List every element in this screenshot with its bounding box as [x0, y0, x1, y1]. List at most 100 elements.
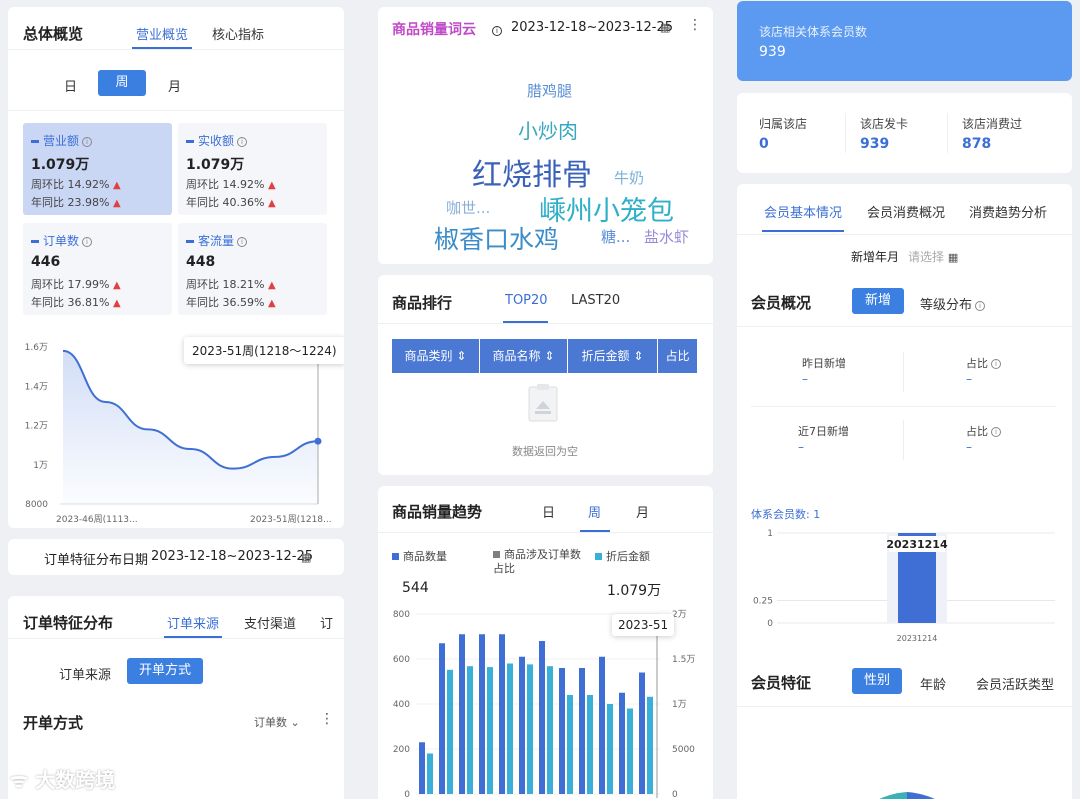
- bar-amount[interactable]: [567, 695, 573, 794]
- tab-core-metrics[interactable]: 核心指标: [212, 24, 264, 43]
- tab-business-overview[interactable]: 营业概览: [136, 24, 188, 43]
- stat-value: 1.079万: [31, 157, 90, 173]
- word-item[interactable]: 牛奶: [614, 167, 644, 188]
- bar-quantity[interactable]: [559, 668, 565, 794]
- period-month[interactable]: 月: [168, 76, 181, 95]
- bar-amount[interactable]: [647, 696, 653, 794]
- pie-slice[interactable]: [867, 792, 907, 799]
- calendar-icon[interactable]: ▦: [301, 551, 311, 564]
- subtab-open-method[interactable]: 开单方式: [127, 658, 203, 684]
- bar-amount[interactable]: [447, 669, 453, 794]
- gender-pie-chart[interactable]: [737, 786, 1072, 799]
- more-icon[interactable]: ⋮: [320, 711, 334, 727]
- divider: [947, 113, 948, 153]
- bar-quantity[interactable]: [599, 656, 605, 794]
- period-week[interactable]: 周: [588, 502, 601, 521]
- info-icon: i: [237, 236, 248, 247]
- bar-quantity[interactable]: [439, 643, 445, 794]
- y-tick-label: 200: [393, 745, 410, 755]
- bar-quantity[interactable]: [579, 668, 585, 794]
- stat-wow: 周环比 18.21% ▲: [186, 278, 276, 291]
- stat-wow: 周环比 14.92% ▲: [31, 178, 121, 191]
- period-month[interactable]: 月: [636, 502, 649, 521]
- divider: [751, 406, 1056, 407]
- date-bar-value[interactable]: 2023-12-18~2023-12-25: [151, 549, 313, 564]
- sales-trend-bar-chart[interactable]: 800 600 400 200 0 2万 1.5万 1万 5000 0: [378, 608, 713, 799]
- cell-value: –: [802, 372, 808, 386]
- word-item[interactable]: 红烧排骨: [472, 150, 592, 194]
- word-item[interactable]: 糖...: [601, 226, 630, 247]
- tab-level-distribution[interactable]: 等级分布 i: [920, 294, 986, 313]
- bar-amount[interactable]: [547, 666, 553, 794]
- stat-label: 客流量 i: [186, 232, 248, 249]
- word-item[interactable]: 盐水虾: [644, 226, 689, 247]
- bar-amount[interactable]: [507, 663, 513, 795]
- word-item[interactable]: 嵊州小笼包: [539, 189, 674, 228]
- stat-value: 448: [186, 254, 216, 270]
- bar-quantity[interactable]: [419, 742, 425, 794]
- bar-amount[interactable]: [587, 695, 593, 794]
- member-bar-chart[interactable]: 1 0.25 0 20231214 20231214: [737, 524, 1072, 654]
- order-date-bar[interactable]: 订单特征分布日期 2023-12-18~2023-12-25 ▦: [8, 539, 344, 575]
- tab-payment-channel[interactable]: 支付渠道: [244, 613, 296, 632]
- stat-traffic[interactable]: 客流量 i 448 周环比 18.21% ▲ 年同比 36.59% ▲: [178, 223, 327, 315]
- more-icon[interactable]: ⋮: [688, 17, 702, 33]
- bar-quantity[interactable]: [479, 634, 485, 794]
- bar-quantity[interactable]: [499, 634, 505, 794]
- tab-new-members[interactable]: 新增: [852, 288, 904, 314]
- bar-quantity[interactable]: [459, 634, 465, 794]
- bar-amount[interactable]: [487, 667, 493, 794]
- tab-member-spending[interactable]: 会员消费概况: [867, 202, 945, 221]
- bar-amount[interactable]: [467, 666, 473, 794]
- pie-slice[interactable]: [907, 792, 947, 799]
- cell-value: –: [966, 372, 972, 386]
- bar-quantity[interactable]: [539, 641, 545, 794]
- bar-quantity[interactable]: [519, 656, 525, 794]
- stat-received[interactable]: 实收额 i 1.079万 周环比 14.92% ▲ 年同比 40.36% ▲: [178, 123, 327, 215]
- legend-swatch: [392, 553, 399, 560]
- wordcloud-date[interactable]: 2023-12-18~2023-12-25: [511, 20, 673, 35]
- metric-dropdown[interactable]: 订单数 ⌄: [254, 714, 300, 730]
- tab-member-basic[interactable]: 会员基本情况: [764, 202, 842, 221]
- line-point[interactable]: [314, 437, 322, 445]
- legend-quantity[interactable]: 商品数量: [392, 548, 447, 564]
- amount-total: 1.079万: [607, 583, 662, 599]
- calendar-icon[interactable]: ▦: [660, 21, 670, 34]
- tab-age[interactable]: 年龄: [920, 674, 946, 693]
- new-month-picker[interactable]: 请选择 ▦: [908, 248, 958, 265]
- period-week[interactable]: 周: [98, 70, 146, 96]
- period-day[interactable]: 日: [64, 76, 77, 95]
- word-item[interactable]: 小炒肉: [518, 115, 578, 144]
- word-item[interactable]: 咖世...: [446, 197, 490, 218]
- y-tick-label: 400: [393, 700, 410, 710]
- member-overview-title: 会员概况: [751, 294, 812, 312]
- y2-tick-label: 2万: [672, 610, 687, 620]
- order-feature-title: 订单特征分布: [23, 614, 114, 632]
- tab-last20[interactable]: LAST20: [571, 293, 620, 308]
- word-item[interactable]: 腊鸡腿: [527, 80, 572, 101]
- tab-active-type[interactable]: 会员活跃类型: [976, 674, 1054, 693]
- bar-amount[interactable]: [427, 753, 433, 795]
- period-day[interactable]: 日: [542, 502, 555, 521]
- bar-amount[interactable]: [527, 664, 533, 794]
- bar-amount[interactable]: [607, 704, 613, 794]
- column-header-category[interactable]: 商品类别 ⇕: [392, 339, 480, 373]
- tab-top20[interactable]: TOP20: [505, 293, 548, 308]
- bar-amount[interactable]: [627, 708, 633, 795]
- stat-label: 该店消费过: [962, 117, 1023, 131]
- word-item[interactable]: 椒香口水鸡: [434, 220, 559, 256]
- legend-order-ratio[interactable]: 商品涉及订单数占比: [493, 548, 583, 576]
- stat-revenue[interactable]: 营业额 i 1.079万 周环比 14.92% ▲ 年同比 23.98% ▲: [23, 123, 172, 215]
- legend-amount[interactable]: 折后金额: [595, 548, 650, 564]
- column-header-name[interactable]: 商品名称 ⇕: [480, 339, 568, 373]
- subtab-order-source[interactable]: 订单来源: [59, 664, 111, 683]
- column-header-ratio[interactable]: 占比: [658, 339, 697, 373]
- stat-orders[interactable]: 订单数 i 446 周环比 17.99% ▲ 年同比 36.81% ▲: [23, 223, 172, 315]
- tab-spending-trend[interactable]: 消费趋势分析: [969, 202, 1047, 221]
- bar-quantity[interactable]: [619, 692, 625, 794]
- column-header-amount[interactable]: 折后金额 ⇕: [568, 339, 658, 373]
- tab-gender[interactable]: 性别: [852, 668, 902, 694]
- tab-order-source[interactable]: 订单来源: [167, 613, 219, 632]
- tab-more[interactable]: 订: [320, 613, 333, 632]
- bar-quantity[interactable]: [639, 672, 645, 795]
